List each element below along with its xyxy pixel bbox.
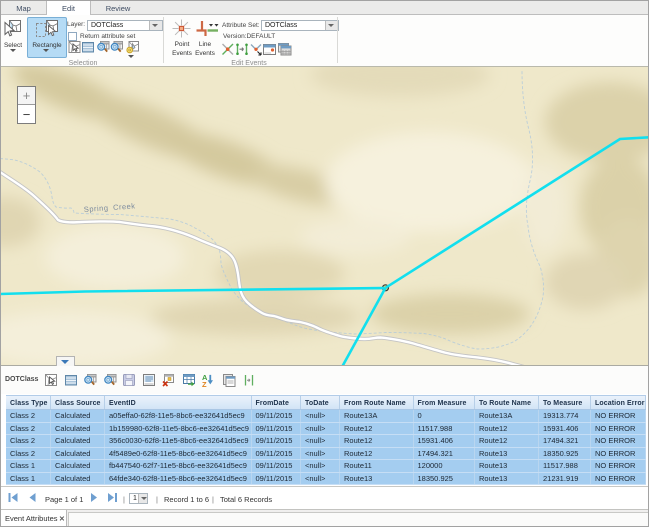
svg-text:Z: Z: [202, 380, 207, 388]
